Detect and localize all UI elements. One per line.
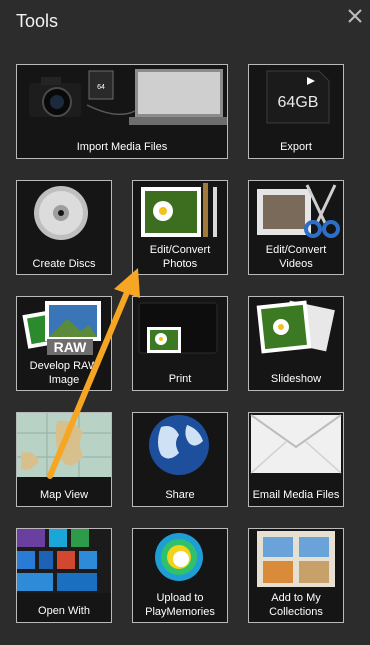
tile-label: Create Discs bbox=[32, 258, 96, 270]
card-capacity: 64GB bbox=[278, 94, 319, 111]
upload-to-playmemories-tile[interactable]: Upload to PlayMemories bbox=[132, 528, 228, 623]
globe-icon bbox=[133, 413, 227, 476]
tile-label: Add to My Collections bbox=[269, 592, 323, 618]
tile-label: Develop RAW Image bbox=[29, 360, 99, 386]
tile-label: Print bbox=[168, 373, 192, 385]
open-with-tile[interactable]: Open With bbox=[16, 528, 112, 623]
app-grid-icon bbox=[17, 529, 111, 593]
export-tile[interactable]: 64GB Export bbox=[248, 64, 344, 159]
tile-label: Email Media Files bbox=[252, 489, 340, 501]
envelope-icon bbox=[249, 413, 343, 476]
tile-label: Slideshow bbox=[270, 373, 322, 385]
print-tile[interactable]: Print bbox=[132, 296, 228, 391]
email-media-files-tile[interactable]: Email Media Files bbox=[248, 412, 344, 507]
raw-badge: RAW bbox=[54, 339, 87, 355]
tile-label: Import Media Files bbox=[76, 141, 168, 153]
develop-raw-image-tile[interactable]: RAW Develop RAW Image bbox=[16, 296, 112, 391]
close-icon bbox=[348, 9, 362, 23]
disc-icon bbox=[17, 181, 111, 240]
stacked-photos-icon bbox=[249, 297, 343, 360]
tile-label: Export bbox=[280, 141, 312, 153]
map-icon bbox=[17, 413, 111, 477]
collections-icon bbox=[249, 529, 343, 588]
camera-laptop-icon: 64 bbox=[17, 65, 227, 128]
share-tile[interactable]: Share bbox=[132, 412, 228, 507]
tile-label: Share bbox=[165, 489, 195, 501]
tile-label: Upload to PlayMemories bbox=[145, 592, 215, 618]
tile-label: Map View bbox=[39, 489, 89, 501]
edit-convert-videos-tile[interactable]: Edit/Convert Videos bbox=[248, 180, 344, 275]
printer-icon bbox=[133, 297, 227, 360]
panel-title: Tools bbox=[16, 11, 59, 31]
map-view-tile[interactable]: Map View bbox=[16, 412, 112, 507]
sd-card-icon: 64GB bbox=[249, 65, 343, 128]
tile-label: Edit/Convert Photos bbox=[149, 244, 211, 270]
photo-brush-icon bbox=[133, 181, 227, 240]
create-discs-tile[interactable]: Create Discs bbox=[16, 180, 112, 275]
slideshow-tile[interactable]: Slideshow bbox=[248, 296, 344, 391]
add-to-my-collections-tile[interactable]: Add to My Collections bbox=[248, 528, 344, 623]
import-media-files-tile[interactable]: 64 Import Media Files bbox=[16, 64, 228, 159]
raw-photos-icon: RAW bbox=[17, 297, 111, 356]
tile-label: Open With bbox=[38, 605, 90, 617]
playmemories-icon bbox=[133, 529, 227, 588]
scissors-filmstrip-icon bbox=[249, 181, 343, 240]
tile-label: Edit/Convert Videos bbox=[265, 244, 327, 270]
close-button[interactable] bbox=[343, 4, 367, 28]
svg-text:64: 64 bbox=[97, 84, 105, 91]
tools-panel: Tools 64 Import Media Files 64GB Export … bbox=[0, 0, 370, 645]
edit-convert-photos-tile[interactable]: Edit/Convert Photos bbox=[132, 180, 228, 275]
